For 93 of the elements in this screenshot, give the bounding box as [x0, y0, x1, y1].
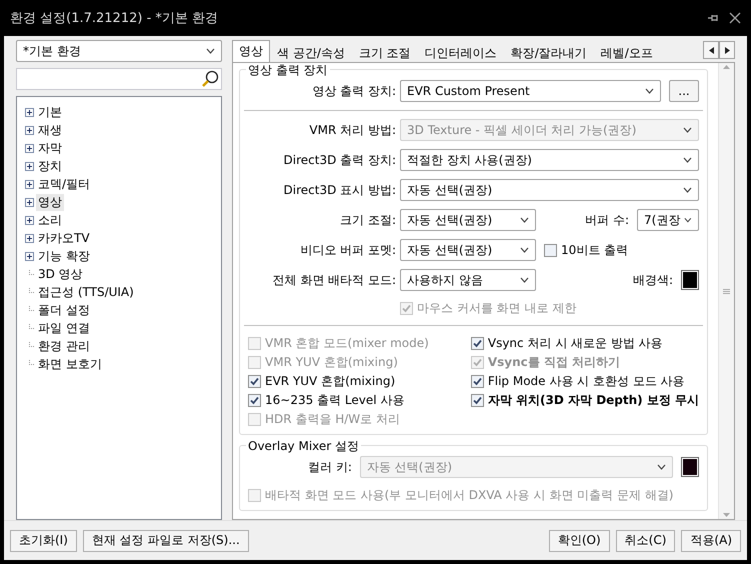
checkbox[interactable]: Flip Mode 사용 시 호환성 모드 사용: [470, 372, 699, 390]
expand-icon[interactable]: [25, 162, 34, 170]
action-button[interactable]: 초기화(I): [10, 530, 77, 552]
expand-icon[interactable]: [25, 234, 34, 242]
check-icon: [250, 376, 259, 386]
tree-item[interactable]: 기능 확장: [36, 248, 92, 264]
expand-icon[interactable]: [25, 126, 34, 134]
check-icon: [472, 396, 482, 404]
tree-item[interactable]: 재생: [36, 122, 64, 138]
expand-icon[interactable]: [25, 180, 34, 188]
dropdown[interactable]: EVR Custom Present: [400, 80, 661, 102]
check-icon: [472, 358, 482, 366]
group-title: 영상 출력 장치: [246, 63, 330, 79]
tree-item[interactable]: 장치: [36, 158, 64, 174]
field-label: 전체 화면 배타적 모드:: [272, 272, 396, 288]
checkbox[interactable]: 16~235 출력 Level 사용: [248, 391, 463, 409]
check-icon: [472, 338, 482, 348]
color-swatch[interactable]: [681, 270, 699, 290]
scrollbar[interactable]: [718, 63, 734, 519]
triangle-right-icon: [724, 46, 730, 54]
checkbox[interactable]: EVR YUV 혼합(mixing): [248, 372, 463, 390]
browse-button[interactable]: ...: [669, 80, 699, 102]
triangle-up-icon: [723, 65, 730, 69]
field-label: VMR 처리 방법:: [308, 122, 396, 138]
expand-icon[interactable]: [25, 216, 34, 224]
action-button[interactable]: 현재 설정 파일로 저장(S)...: [82, 530, 249, 552]
expand-icon[interactable]: [25, 108, 34, 116]
dropdown[interactable]: 자동 선택(권장): [400, 179, 699, 201]
field-label: 컬러 키:: [308, 458, 352, 476]
tab[interactable]: 확장/잘라내기: [504, 43, 594, 62]
field-label: Direct3D 출력 장치:: [282, 152, 396, 168]
tree-item[interactable]: 화면 보호기: [36, 356, 104, 372]
expand-icon[interactable]: [25, 198, 34, 206]
field-label: 버퍼 수:: [585, 212, 629, 228]
tab[interactable]: 영상: [232, 40, 270, 62]
tree-item[interactable]: 환경 관리: [36, 338, 92, 354]
dropdown[interactable]: 7(권장: [637, 209, 699, 231]
triangle-left-icon: [708, 46, 714, 54]
dropdown[interactable]: 자동 선택(권장): [400, 209, 536, 231]
check-icon: [472, 376, 482, 386]
window-title: 환경 설정(1.7.21212) - *기본 환경: [10, 10, 220, 27]
tab[interactable]: 색 공간/속성: [270, 43, 352, 62]
tree-item[interactable]: 파일 연결: [36, 320, 92, 336]
action-button[interactable]: 취소(C): [616, 530, 676, 552]
close-icon[interactable]: [729, 12, 741, 24]
tab[interactable]: 크기 조절: [352, 43, 418, 62]
tree-item[interactable]: 기본: [36, 104, 64, 120]
caret-icon: [684, 217, 692, 223]
caret-icon: [645, 88, 654, 94]
caret-icon: [520, 247, 529, 253]
triangle-down-icon: [723, 513, 730, 517]
caret-icon: [520, 277, 529, 283]
field-label: 영상 출력 장치:: [311, 82, 396, 100]
tree-item[interactable]: 자막: [36, 140, 64, 156]
check-icon: [250, 396, 259, 404]
grip-icon: [723, 288, 730, 294]
expand-icon[interactable]: [25, 144, 34, 152]
tree-item[interactable]: 소리: [36, 212, 64, 228]
expand-icon[interactable]: [25, 252, 34, 260]
action-button[interactable]: 적용(A): [681, 530, 741, 552]
group-title: Overlay Mixer 설정: [246, 438, 362, 455]
scroll-right-button[interactable]: [719, 41, 735, 59]
tree-item[interactable]: 접근성 (TTS/UIA): [36, 284, 136, 300]
action-button[interactable]: 확인(O): [548, 530, 610, 552]
dropdown[interactable]: 사용하지 않음: [400, 269, 536, 291]
field-label: 크기 조절:: [339, 212, 396, 228]
caret-icon: [657, 464, 666, 470]
dropdown[interactable]: 자동 선택(권장): [400, 239, 536, 261]
search-field[interactable]: [16, 68, 222, 90]
checkbox[interactable]: 10비트 출력: [544, 241, 628, 259]
tab[interactable]: 레벨/오프: [594, 43, 660, 62]
field-label: 비디오 버퍼 포멧:: [299, 242, 396, 258]
dropdown[interactable]: *기본 환경: [16, 40, 222, 62]
tab[interactable]: 디인터레이스: [418, 43, 504, 62]
dropdown[interactable]: 적절한 장치 사용(권장): [400, 149, 699, 171]
check-icon: [402, 304, 411, 312]
tree-item[interactable]: 3D 영상: [36, 266, 85, 282]
caret-icon: [520, 217, 529, 223]
tree-item[interactable]: 영상: [36, 194, 64, 210]
tree-item[interactable]: 폴더 설정: [36, 302, 92, 318]
checkbox[interactable]: Vsync 처리 시 새로운 방법 사용: [470, 334, 699, 352]
field-label: Direct3D 표시 방법:: [282, 182, 396, 198]
caret-icon: [683, 187, 692, 193]
caret-icon: [206, 48, 215, 54]
caret-icon: [683, 157, 692, 163]
checkbox[interactable]: 자막 위치(3D 자막 Depth) 보정 무시: [470, 391, 699, 409]
caret-icon: [683, 127, 692, 133]
search-icon: [201, 70, 219, 88]
scroll-left-button[interactable]: [703, 41, 719, 59]
field-label: 배경색:: [632, 272, 673, 288]
tree-item[interactable]: 코덱/필터: [36, 176, 92, 192]
pin-icon[interactable]: [707, 12, 719, 24]
tree-item[interactable]: 카카오TV: [36, 230, 92, 246]
